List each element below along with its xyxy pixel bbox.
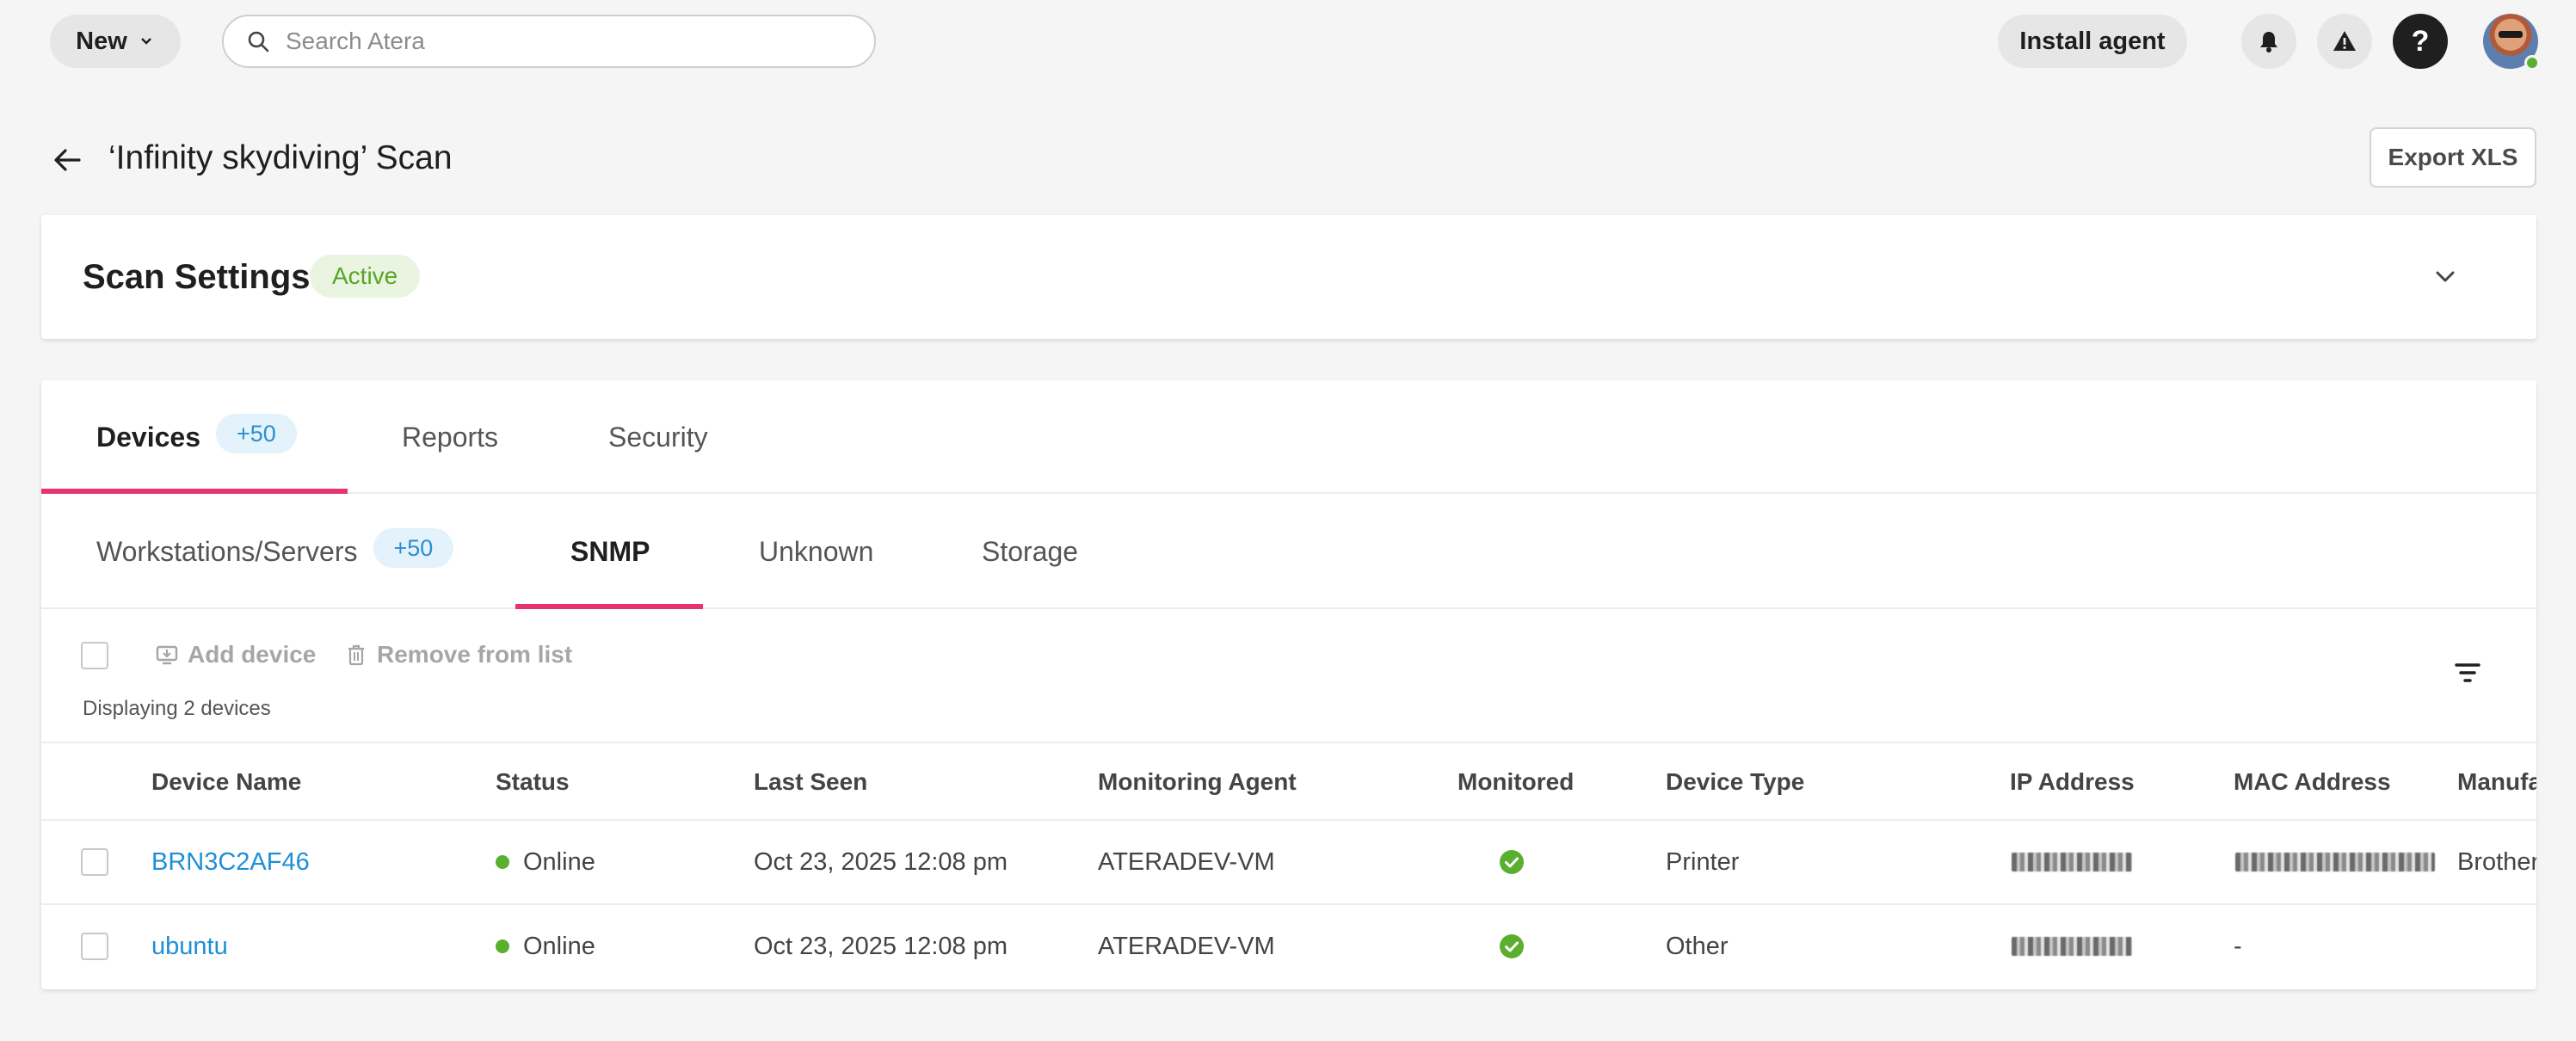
device-name-link[interactable]: ubuntu (151, 905, 228, 988)
row-checkbox[interactable] (81, 933, 108, 960)
status-text: Online (523, 932, 595, 960)
devices-card: Devices +50 Reports Security Workstation… (41, 380, 2536, 989)
search-box[interactable] (222, 15, 876, 68)
column-device-name[interactable]: Device Name (151, 743, 301, 821)
device-type-cell: Printer (1666, 847, 1740, 876)
mac-address-redacted (2235, 821, 2435, 903)
avatar[interactable] (2483, 14, 2540, 71)
column-monitored[interactable]: Monitored (1457, 743, 1574, 821)
primary-tabs: Devices +50 Reports Security (41, 380, 2536, 494)
help-icon: ? (2411, 24, 2430, 58)
tab-reports[interactable]: Reports (402, 380, 498, 494)
tab-label: Unknown (759, 535, 874, 567)
status-text: Online (523, 847, 595, 876)
tab-storage[interactable]: Storage (982, 494, 1078, 609)
trash-icon (348, 644, 364, 666)
tab-snmp[interactable]: SNMP (570, 494, 650, 609)
filter-icon[interactable] (2452, 657, 2483, 688)
scan-settings-card[interactable]: Scan Settings Active (41, 215, 2536, 339)
add-device-label: Add device (188, 641, 317, 668)
chevron-down-icon[interactable] (2428, 260, 2462, 294)
device-name-link[interactable]: BRN3C2AF46 (151, 821, 310, 903)
active-subtab-indicator (515, 604, 703, 609)
tab-label: Reports (402, 421, 499, 453)
tab-workstations-servers[interactable]: Workstations/Servers +50 (96, 494, 454, 609)
table-row: BRN3C2AF46 Online Oct 23, 2025 12:08 pm … (41, 821, 2536, 905)
secondary-tabs: Workstations/Servers +50 SNMP Unknown St… (41, 494, 2536, 609)
column-last-seen[interactable]: Last Seen (754, 743, 867, 821)
column-manufacturer[interactable]: Manufa (2457, 743, 2536, 821)
table-header: Device Name Status Last Seen Monitoring … (41, 742, 2536, 821)
displaying-count: Displaying 2 devices (83, 697, 271, 720)
status-cell: Online (496, 905, 595, 988)
new-button-label: New (76, 27, 127, 55)
alerts-button[interactable] (2317, 14, 2372, 69)
tab-label: Workstations/Servers (96, 535, 358, 567)
tab-label: SNMP (570, 535, 650, 567)
help-button[interactable]: ? (2393, 14, 2448, 69)
column-status[interactable]: Status (496, 743, 570, 821)
online-status-dot (2524, 55, 2540, 71)
ip-address-redacted (2012, 905, 2132, 988)
bell-icon (2260, 32, 2277, 52)
monitoring-agent-cell: ATERADEV-VM (1098, 932, 1275, 960)
column-monitoring-agent[interactable]: Monitoring Agent (1098, 743, 1297, 821)
top-bar: New Install agent ? (0, 0, 2576, 83)
last-seen-cell: Oct 23, 2025 12:08 pm (754, 847, 1008, 876)
remove-from-list-label: Remove from list (377, 641, 573, 668)
tab-label: Devices (96, 421, 200, 453)
mac-address-cell: - (2234, 932, 2242, 960)
add-device-icon (156, 645, 178, 665)
online-dot (496, 855, 509, 869)
notifications-button[interactable] (2241, 14, 2296, 69)
tab-unknown[interactable]: Unknown (759, 494, 873, 609)
row-checkbox[interactable] (81, 848, 108, 876)
column-device-type[interactable]: Device Type (1666, 743, 1804, 821)
monitoring-agent-cell: ATERADEV-VM (1098, 847, 1275, 876)
new-button[interactable]: New (50, 15, 181, 68)
tab-security[interactable]: Security (608, 380, 708, 494)
back-arrow-icon[interactable] (50, 143, 84, 177)
tab-label: Security (608, 421, 708, 453)
add-device-button[interactable]: Add device (155, 635, 316, 674)
status-badge: Active (310, 255, 421, 298)
manufacturer-cell: Brother (2457, 847, 2536, 876)
tab-devices[interactable]: Devices +50 (96, 380, 297, 494)
column-ip-address[interactable]: IP Address (2010, 743, 2135, 821)
remove-from-list-button[interactable]: Remove from list (344, 635, 572, 674)
install-agent-button[interactable]: Install agent (1998, 15, 2187, 68)
online-dot (496, 939, 509, 953)
status-cell: Online (496, 821, 595, 903)
last-seen-cell: Oct 23, 2025 12:08 pm (754, 932, 1008, 960)
check-circle-icon (1500, 850, 1524, 874)
scan-settings-title: Scan Settings (83, 258, 311, 296)
page-title: ‘Infinity skydiving’ Scan (108, 139, 453, 176)
count-badge: +50 (215, 414, 297, 453)
export-xls-button[interactable]: Export XLS (2370, 127, 2536, 188)
avatar-glasses (2499, 31, 2523, 38)
check-circle-icon (1500, 934, 1524, 958)
device-type-cell: Other (1666, 932, 1729, 960)
monitored-cell (1499, 821, 1525, 903)
ip-address-redacted (2012, 821, 2132, 903)
column-mac-address[interactable]: MAC Address (2234, 743, 2391, 821)
count-badge: +50 (373, 528, 454, 568)
search-icon (248, 31, 269, 52)
select-all-checkbox[interactable] (81, 642, 108, 669)
search-input[interactable] (286, 28, 836, 55)
tab-label: Storage (982, 535, 1079, 567)
warning-icon (2333, 31, 2356, 51)
table-row: ubuntu Online Oct 23, 2025 12:08 pm ATER… (41, 905, 2536, 989)
chevron-down-icon (140, 38, 151, 45)
monitored-cell (1499, 905, 1525, 988)
